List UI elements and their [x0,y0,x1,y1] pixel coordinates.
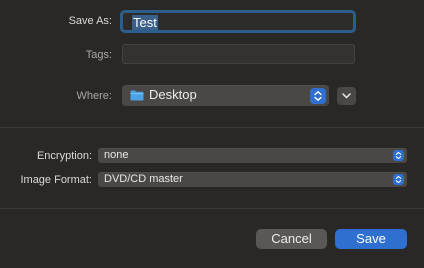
where-value: Desktop [149,87,197,102]
save-dialog: Save As: Test Tags: Where: Desktop Encry… [0,0,424,268]
image-format-popup[interactable]: DVD/CD master [98,172,407,187]
encryption-stepper-icon [393,150,404,161]
save-button[interactable]: Save [335,229,407,249]
divider-bottom [0,208,424,209]
save-as-value: Test [132,15,158,30]
save-as-input[interactable]: Test [120,10,356,33]
tags-label: Tags: [85,49,112,61]
folder-icon [130,90,144,101]
where-popup[interactable]: Desktop [122,85,329,106]
divider-top [0,127,424,128]
encryption-popup[interactable]: none [98,148,407,163]
tags-input[interactable] [122,44,355,64]
where-stepper-icon [310,87,326,104]
expand-button[interactable] [337,87,356,105]
encryption-label: Encryption: [36,150,92,162]
image-format-label: Image Format: [20,174,92,186]
image-format-stepper-icon [393,174,404,185]
cancel-button[interactable]: Cancel [256,229,327,249]
image-format-value: DVD/CD master [104,173,183,185]
where-label: Where: [76,90,112,102]
encryption-value: none [104,149,129,161]
save-as-label: Save As: [68,15,112,27]
chevron-down-icon [342,93,351,99]
